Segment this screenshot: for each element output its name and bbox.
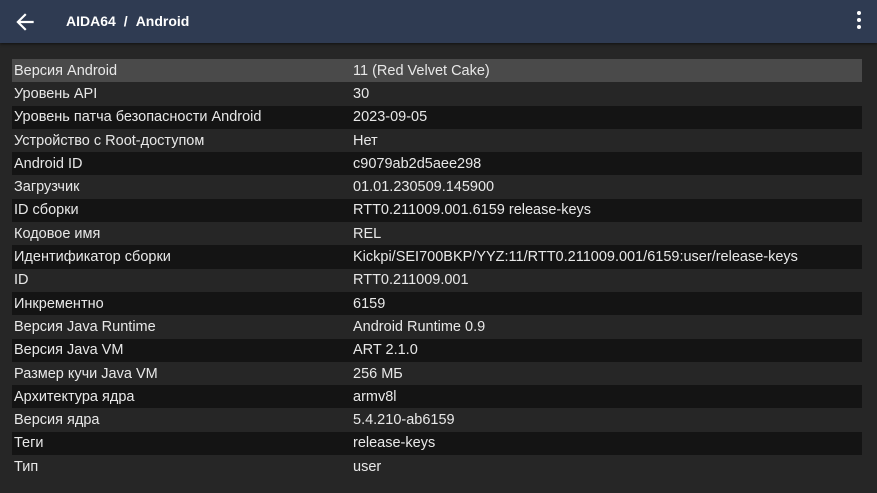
list-item[interactable]: Загрузчик 01.01.230509.145900 [12, 175, 862, 199]
section-name: Android [135, 13, 190, 29]
top-app-bar: AIDA64 / Android [0, 0, 877, 43]
list-item[interactable]: Архитектура ядра armv8l [12, 385, 862, 409]
item-label: Уровень патча безопасности Android [14, 109, 262, 126]
item-label: Кодовое имя [14, 225, 101, 242]
item-value: 5.4.210-ab6159 [353, 412, 455, 429]
item-value: Нет [353, 132, 378, 149]
item-value: 01.01.230509.145900 [353, 179, 495, 196]
item-label: Тип [14, 458, 39, 475]
item-value: RTT0.211009.001.6159 release-keys [353, 202, 592, 219]
list-item[interactable]: Устройство с Root-доступом Нет [12, 128, 862, 153]
item-value: user [353, 458, 382, 475]
item-label: Архитектура ядра [14, 388, 135, 405]
item-label: Версия ядра [14, 412, 100, 429]
item-value: 256 МБ [353, 365, 403, 382]
item-label: Размер кучи Java VM [14, 365, 158, 382]
item-value: REL [353, 225, 382, 242]
item-label: Устройство с Root-доступом [14, 132, 205, 149]
item-value: Android Runtime 0.9 [353, 318, 486, 335]
item-value: Kickpi/SEI700BKP/YYZ:11/RTT0.211009.001/… [353, 249, 798, 266]
list-item[interactable]: Инкрементно 6159 [12, 291, 862, 316]
list-item[interactable]: Версия Android 11 (Red Velvet Cake) [12, 59, 862, 83]
item-label: Теги [14, 435, 44, 452]
list-item[interactable]: Тип user [12, 455, 862, 479]
list-item[interactable]: Android ID c9079ab2d5aee298 [12, 152, 862, 176]
item-label: Загрузчик [14, 179, 80, 196]
item-value: release-keys [353, 435, 436, 452]
item-label: Версия Java Runtime [14, 318, 156, 335]
item-label: Идентификатор сборки [14, 249, 171, 266]
title-separator: / [123, 13, 128, 29]
item-value: 11 (Red Velvet Cake) [353, 62, 490, 79]
item-label: Версия Android [14, 62, 118, 79]
app-name: AIDA64 [66, 13, 116, 29]
list-item[interactable]: Версия Java Runtime Android Runtime 0.9 [12, 315, 862, 339]
item-label: Android ID [14, 155, 83, 172]
back-button[interactable] [12, 9, 38, 35]
list-item[interactable]: Размер кучи Java VM 256 МБ [12, 361, 862, 386]
list-item[interactable]: ID сборки RTT0.211009.001.6159 release-ke… [12, 198, 862, 223]
list-item[interactable]: Идентификатор сборки Kickpi/SEI700BKP/YYZ… [12, 245, 862, 269]
item-value: 30 [353, 85, 370, 102]
item-value: 6159 [353, 295, 386, 312]
overflow-menu-button[interactable] [855, 11, 863, 33]
item-value: ART 2.1.0 [353, 342, 418, 359]
arrow-left-icon [16, 13, 34, 31]
app-window: AIDA64 / Android Версия Android 11 (Red Vel… [0, 0, 877, 493]
list-item[interactable]: Версия Java VM ART 2.1.0 [12, 338, 862, 362]
page-title: AIDA64 / Android [66, 0, 189, 43]
list-item[interactable]: Версия ядра 5.4.210-ab6159 [12, 408, 862, 432]
item-value: armv8l [353, 388, 397, 405]
list-item[interactable]: Кодовое имя REL [12, 222, 862, 246]
item-label: ID [14, 272, 29, 289]
item-label: Инкрементно [14, 295, 104, 312]
more-vert-icon [855, 11, 863, 29]
item-value: RTT0.211009.001 [353, 272, 469, 289]
item-label: ID сборки [14, 202, 79, 219]
info-list[interactable]: Версия Android 11 (Red Velvet Cake) Уровен… [12, 59, 862, 479]
item-value: 2023-09-05 [353, 109, 428, 126]
list-item[interactable]: Уровень патча безопасности Android 2023-0… [12, 105, 862, 129]
list-item[interactable]: Уровень API 30 [12, 82, 862, 106]
item-label: Уровень API [14, 85, 98, 102]
list-item[interactable]: Теги release-keys [12, 431, 862, 456]
item-label: Версия Java VM [14, 342, 124, 359]
list-item[interactable]: ID RTT0.211009.001 [12, 268, 862, 292]
item-value: c9079ab2d5aee298 [353, 155, 482, 172]
